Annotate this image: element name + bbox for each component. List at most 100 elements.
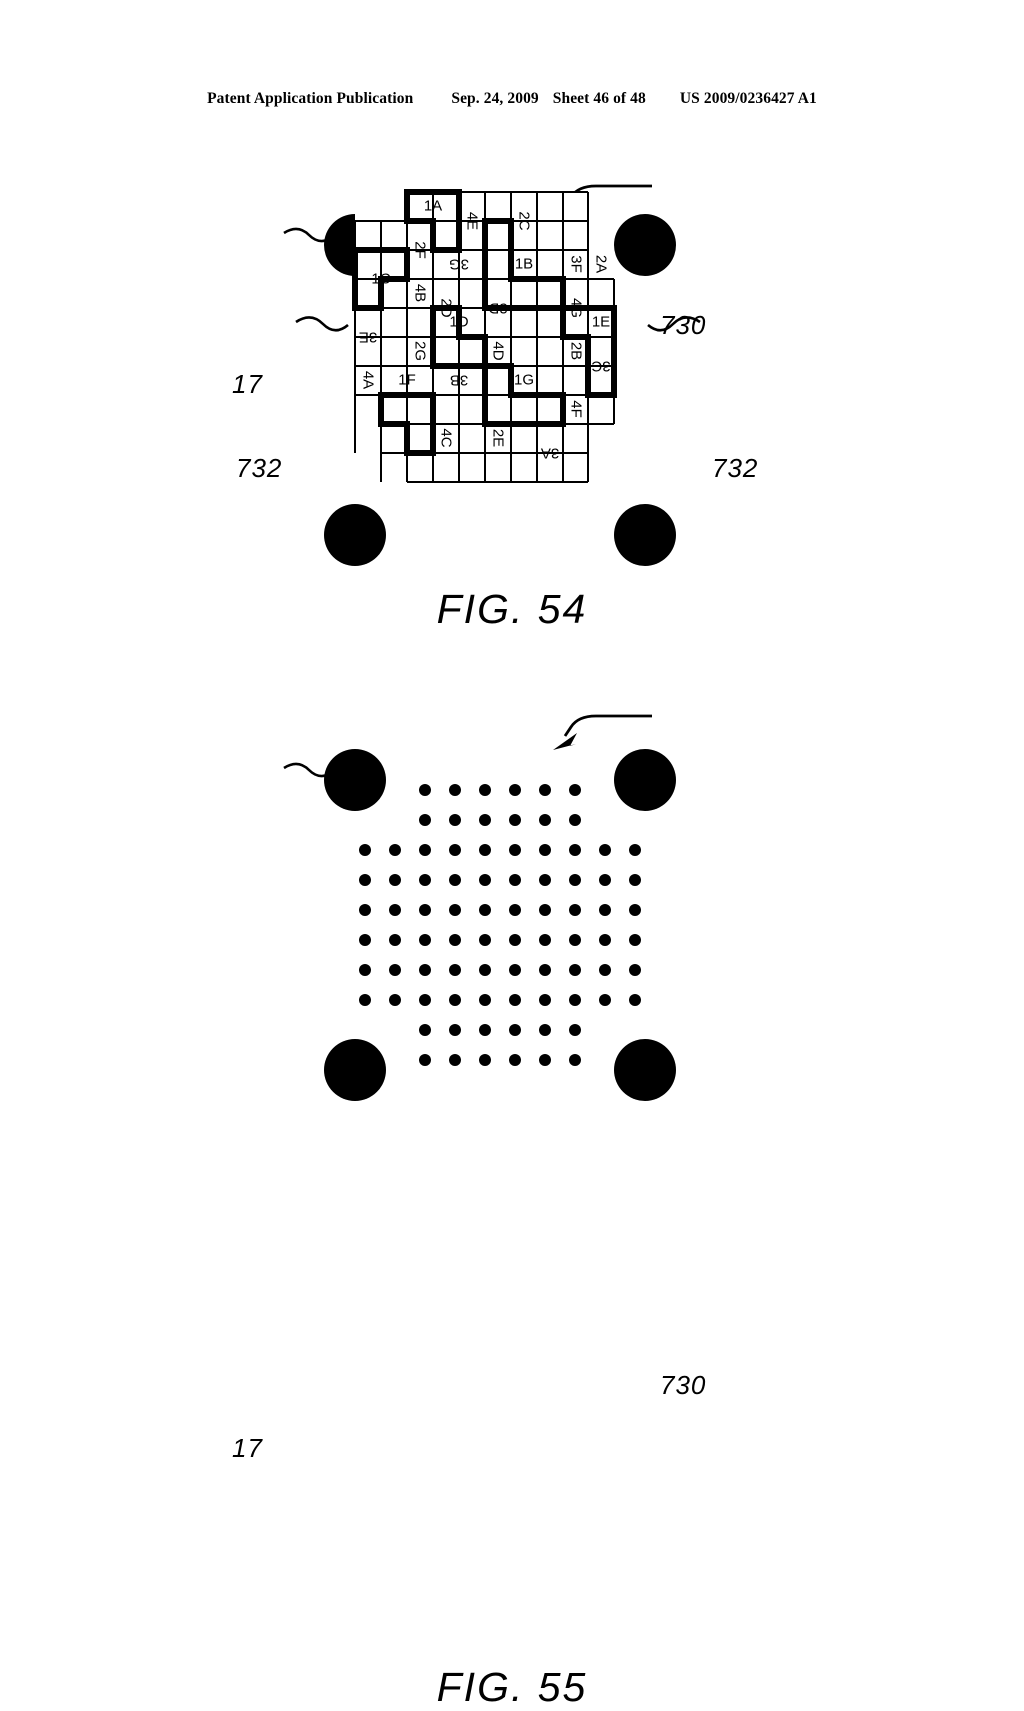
svg-text:3C: 3C: [591, 358, 610, 375]
svg-text:2E: 2E: [490, 429, 507, 447]
dot: [629, 844, 641, 856]
dot: [569, 874, 581, 886]
svg-text:1D: 1D: [449, 314, 468, 331]
dot: [389, 874, 401, 886]
callout-732-left: 732: [236, 453, 283, 483]
dot: [509, 784, 521, 796]
dot: [599, 874, 611, 886]
leader-732-left: [295, 316, 349, 332]
dot: [419, 1024, 431, 1036]
svg-text:2A: 2A: [593, 255, 610, 273]
dot: [359, 844, 371, 856]
dot: [539, 814, 551, 826]
corner-targets-55: [324, 749, 676, 1101]
dot: [569, 1024, 581, 1036]
dot: [389, 934, 401, 946]
dot: [569, 934, 581, 946]
tag-tiling-54: 1A 4E 2C 2F 3G 1B 3F 2A 1C 4B 2D 3D 4G 1…: [352, 189, 617, 488]
dot: [479, 1024, 491, 1036]
corner-target-top-right: [614, 749, 676, 811]
corner-target-bottom-left: [324, 504, 386, 566]
dot: [539, 844, 551, 856]
dot: [419, 814, 431, 826]
header-date: Sep. 24, 2009: [451, 90, 539, 107]
svg-text:3D: 3D: [488, 300, 507, 317]
figure-55-drawing: [283, 714, 676, 1101]
corner-target-bottom-left: [324, 1039, 386, 1101]
dot: [479, 994, 491, 1006]
svg-text:1F: 1F: [398, 372, 416, 389]
svg-text:2F: 2F: [412, 241, 429, 259]
dot: [449, 1024, 461, 1036]
svg-text:1C: 1C: [371, 271, 390, 288]
callout-730-fig55: 730: [660, 1370, 707, 1400]
dot: [569, 784, 581, 796]
svg-text:3F: 3F: [568, 255, 585, 273]
dot: [569, 994, 581, 1006]
dot: [509, 814, 521, 826]
dot: [599, 964, 611, 976]
dot: [509, 934, 521, 946]
dot: [389, 904, 401, 916]
dot: [449, 964, 461, 976]
dot: [359, 934, 371, 946]
dot: [509, 904, 521, 916]
dot: [539, 784, 551, 796]
svg-text:1A: 1A: [424, 198, 442, 215]
header-publication: Patent Application Publication: [207, 90, 414, 107]
callout-17-fig54: 17: [232, 369, 263, 399]
dot: [569, 1054, 581, 1066]
dot: [479, 1054, 491, 1066]
dot: [449, 844, 461, 856]
dot: [449, 934, 461, 946]
dot: [389, 994, 401, 1006]
arrow-730-55: [553, 714, 652, 750]
dot: [479, 814, 491, 826]
dot: [449, 814, 461, 826]
dot: [359, 874, 371, 886]
dot: [509, 994, 521, 1006]
dot: [479, 844, 491, 856]
figure-55-caption: FIG. 55: [436, 1664, 588, 1710]
dot: [419, 844, 431, 856]
header-docnum: US 2009/0236427 A1: [679, 90, 817, 107]
svg-text:1G: 1G: [514, 372, 534, 389]
figure-55: 730 17 FIG. 55: [0, 680, 1024, 1710]
dot: [569, 964, 581, 976]
dot: [629, 874, 641, 886]
dot: [509, 1024, 521, 1036]
dot: [479, 904, 491, 916]
dot: [479, 964, 491, 976]
dot-matrix-55: [359, 784, 641, 1066]
dot: [419, 784, 431, 796]
dot: [449, 874, 461, 886]
corner-target-top-left: [324, 749, 386, 811]
dot: [419, 874, 431, 886]
dot: [569, 844, 581, 856]
dot: [419, 904, 431, 916]
figure-54-caption: FIG. 54: [436, 586, 588, 632]
dot: [539, 874, 551, 886]
dot: [479, 934, 491, 946]
dot: [599, 934, 611, 946]
dot: [539, 1054, 551, 1066]
dot: [539, 1024, 551, 1036]
dot: [569, 904, 581, 916]
dot: [629, 994, 641, 1006]
dot: [629, 934, 641, 946]
header-sheet: Sheet 46 of 48: [552, 90, 646, 107]
dot: [599, 844, 611, 856]
svg-text:4F: 4F: [568, 400, 585, 418]
callout-17-fig55: 17: [232, 1433, 263, 1463]
dot: [449, 1054, 461, 1066]
svg-text:1E: 1E: [592, 314, 610, 331]
dot: [449, 904, 461, 916]
dot: [419, 994, 431, 1006]
dot: [389, 964, 401, 976]
dot: [629, 964, 641, 976]
dot: [479, 874, 491, 886]
corner-target-bottom-right: [614, 1039, 676, 1101]
svg-text:3E: 3E: [359, 329, 377, 346]
dot: [389, 844, 401, 856]
callout-732-right: 732: [712, 453, 759, 483]
